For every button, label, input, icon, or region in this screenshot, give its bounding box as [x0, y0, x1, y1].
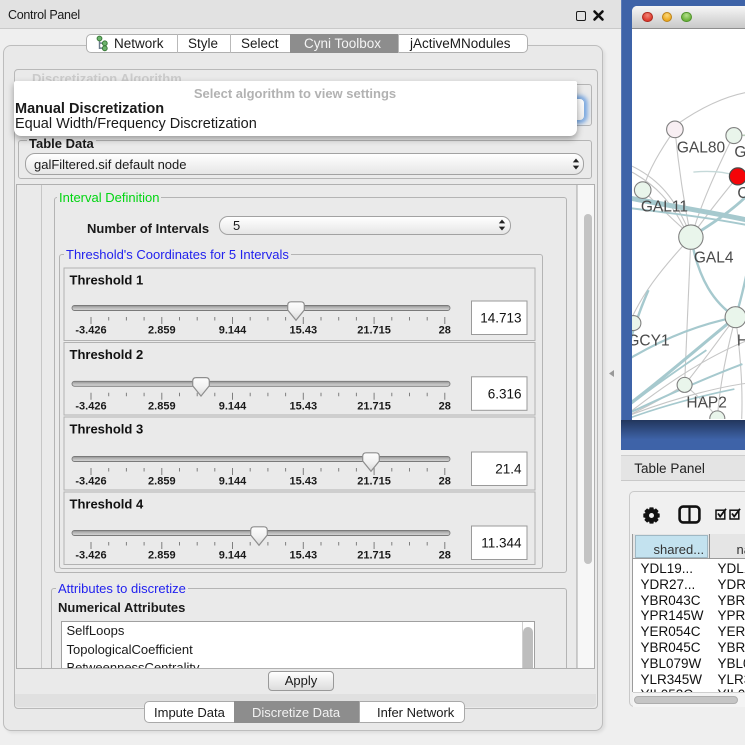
svg-text:HAP2: HAP2 [686, 394, 726, 411]
svg-text:15.43: 15.43 [290, 476, 318, 488]
svg-text:9.144: 9.144 [219, 325, 247, 337]
svg-text:GAL4: GAL4 [693, 249, 733, 266]
svg-text:21.715: 21.715 [357, 400, 391, 412]
svg-text:Threshold 4: Threshold 4 [70, 496, 144, 511]
svg-text:21.4: 21.4 [495, 462, 522, 477]
svg-text:28: 28 [439, 550, 451, 562]
svg-text:-3.426: -3.426 [75, 476, 106, 488]
svg-text:9.144: 9.144 [219, 550, 247, 562]
svg-text:9.144: 9.144 [219, 476, 247, 488]
svg-text:H: H [736, 332, 744, 349]
svg-text:28: 28 [439, 325, 451, 337]
svg-text:21.715: 21.715 [357, 476, 391, 488]
svg-text:6.316: 6.316 [488, 386, 522, 401]
svg-text:15.43: 15.43 [290, 550, 318, 562]
svg-text:11.344: 11.344 [481, 536, 522, 551]
svg-text:Threshold 3: Threshold 3 [70, 421, 144, 436]
svg-text:14.713: 14.713 [480, 311, 521, 326]
svg-text:21.715: 21.715 [357, 550, 391, 562]
svg-text:GA: GA [734, 144, 745, 161]
svg-text:GAL11: GAL11 [640, 198, 687, 215]
svg-text:2.859: 2.859 [148, 550, 176, 562]
svg-text:GCY1: GCY1 [632, 332, 670, 349]
svg-text:2.859: 2.859 [148, 325, 176, 337]
svg-text:C: C [737, 185, 745, 202]
svg-text:21.715: 21.715 [357, 325, 391, 337]
svg-text:GAL80: GAL80 [676, 139, 724, 156]
svg-text:-3.426: -3.426 [75, 550, 106, 562]
svg-text:2.859: 2.859 [148, 400, 176, 412]
svg-text:Threshold 2: Threshold 2 [70, 347, 144, 362]
svg-text:15.43: 15.43 [290, 400, 318, 412]
svg-text:28: 28 [439, 476, 451, 488]
svg-text:15.43: 15.43 [290, 325, 318, 337]
svg-text:-3.426: -3.426 [75, 325, 106, 337]
svg-text:2.859: 2.859 [148, 476, 176, 488]
svg-text:28: 28 [439, 400, 451, 412]
svg-text:Threshold 1: Threshold 1 [70, 272, 144, 287]
svg-text:-3.426: -3.426 [75, 400, 106, 412]
svg-text:9.144: 9.144 [219, 400, 247, 412]
